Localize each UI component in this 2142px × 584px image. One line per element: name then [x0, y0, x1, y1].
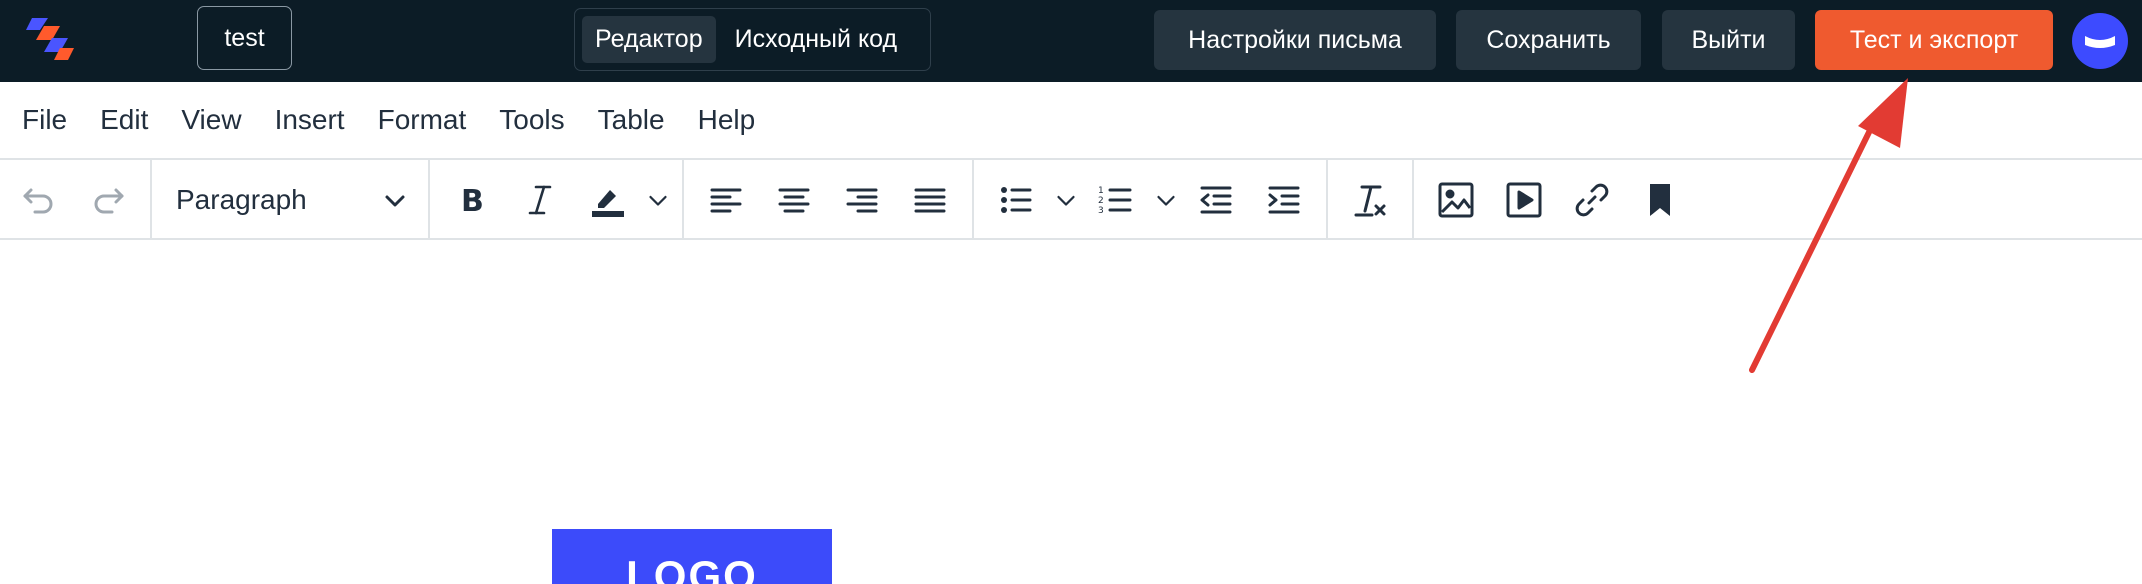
align-right-icon[interactable] [840, 178, 884, 222]
bullet-list-chevron-down-icon[interactable] [1044, 178, 1088, 222]
justify-icon[interactable] [908, 178, 952, 222]
menu-table[interactable]: Table [598, 104, 665, 136]
align-left-icon[interactable] [704, 178, 748, 222]
numbered-list-icon[interactable]: 123 [1094, 178, 1138, 222]
email-logo-text: LOGO [626, 552, 758, 584]
clear-format-icon[interactable] [1348, 178, 1392, 222]
email-logo-block[interactable]: LOGO [552, 529, 832, 584]
user-avatar[interactable] [2072, 13, 2128, 69]
numbered-list-chevron-down-icon[interactable] [1144, 178, 1188, 222]
bookmark-icon[interactable] [1638, 178, 1682, 222]
editor-mode-switch: Редактор Исходный код [574, 8, 931, 71]
chevron-down-icon [385, 195, 405, 207]
svg-text:3: 3 [1098, 206, 1104, 216]
block-format-select[interactable]: Paragraph [152, 172, 422, 228]
menu-help[interactable]: Help [698, 104, 756, 136]
bold-icon[interactable]: B [451, 178, 495, 222]
highlight-icon[interactable] [586, 178, 630, 222]
svg-text:1: 1 [1098, 186, 1104, 196]
mode-source-tab[interactable]: Исходный код [722, 16, 910, 63]
menu-format[interactable]: Format [378, 104, 467, 136]
avatar-logo-icon [2085, 36, 2115, 48]
annotation-arrow-icon [1749, 78, 1908, 373]
outdent-icon[interactable] [1194, 178, 1238, 222]
media-icon[interactable] [1502, 178, 1546, 222]
menu-view[interactable]: View [181, 104, 241, 136]
menu-edit[interactable]: Edit [100, 104, 148, 136]
email-settings-button[interactable]: Настройки письма [1154, 10, 1436, 70]
menu-file[interactable]: File [22, 104, 67, 136]
link-icon[interactable] [1570, 178, 1614, 222]
highlight-chevron-down-icon[interactable] [636, 178, 680, 222]
italic-icon[interactable] [518, 178, 562, 222]
indent-icon[interactable] [1262, 178, 1306, 222]
document-name-button[interactable]: test [197, 6, 292, 70]
exit-button[interactable]: Выйти [1662, 10, 1795, 70]
redo-icon[interactable] [86, 178, 130, 222]
menu-insert[interactable]: Insert [275, 104, 345, 136]
test-export-button[interactable]: Тест и экспорт [1815, 10, 2053, 70]
svg-text:2: 2 [1098, 196, 1104, 206]
undo-icon[interactable] [17, 178, 61, 222]
image-icon[interactable] [1434, 178, 1478, 222]
app-logo-icon[interactable] [26, 14, 76, 62]
svg-text:B: B [461, 184, 484, 219]
align-center-icon[interactable] [772, 178, 816, 222]
bullet-list-icon[interactable] [994, 178, 1038, 222]
save-button[interactable]: Сохранить [1456, 10, 1641, 70]
mode-editor-tab[interactable]: Редактор [582, 16, 716, 63]
block-format-value: Paragraph [176, 184, 307, 215]
menu-tools[interactable]: Tools [499, 104, 564, 136]
